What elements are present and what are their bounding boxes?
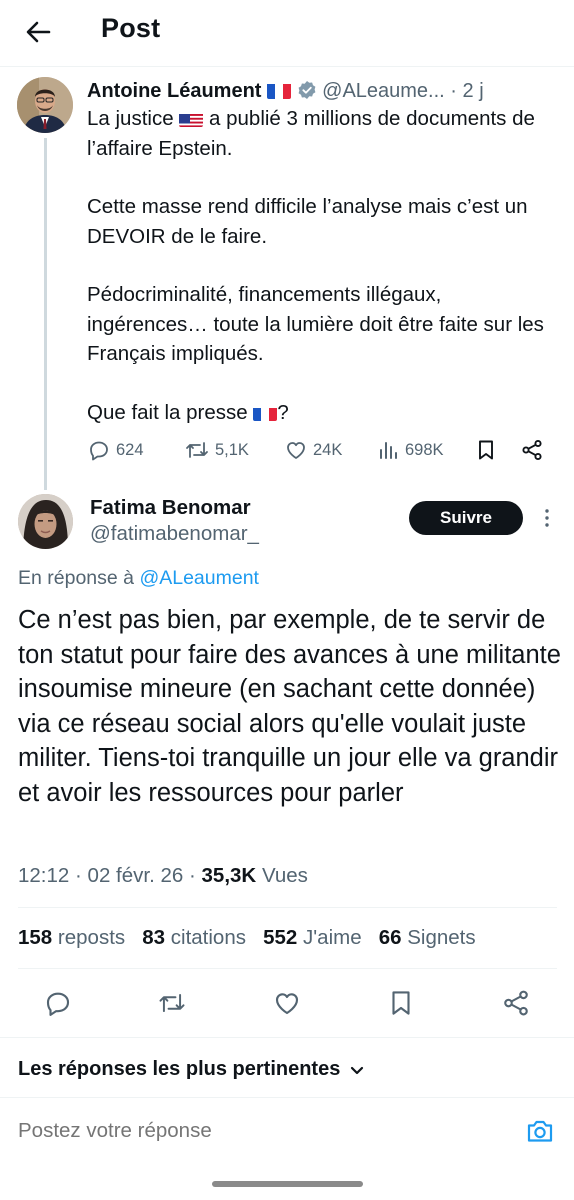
chevron-down-icon xyxy=(348,1061,366,1079)
bookmarks-stat[interactable]: 66 Signets xyxy=(379,926,476,949)
post-text: Ce n’est pas bien, par exemple, de te se… xyxy=(18,606,561,807)
stat-label: reposts xyxy=(57,926,126,949)
divider xyxy=(0,1097,574,1098)
thread-connector xyxy=(44,138,47,490)
more-vertical-icon[interactable] xyxy=(537,506,557,532)
post-date[interactable]: 02 févr. 26 xyxy=(88,864,184,887)
post-header: Antoine Léaument @ALeaume... · 2 j xyxy=(87,78,567,106)
separator-dot: · xyxy=(188,864,196,887)
avatar[interactable] xyxy=(18,494,73,549)
post-text: La justice a publié 3 millions de docume… xyxy=(87,104,565,427)
post-time[interactable]: 2 j xyxy=(463,80,484,102)
back-arrow-icon[interactable] xyxy=(18,12,58,52)
reposts-stat[interactable]: 158 reposts xyxy=(18,926,125,949)
text-segment: Que fait la presse xyxy=(87,400,248,424)
post-meta: 12:12 · 02 févr. 26 · 35,3K Vues xyxy=(18,864,308,888)
views-count: 35,3K xyxy=(201,864,257,887)
like-icon xyxy=(284,438,308,462)
repost-icon xyxy=(184,438,210,462)
replies-sort-dropdown[interactable]: Les réponses les plus pertinentes xyxy=(18,1058,366,1081)
stat-label: J'aime xyxy=(303,926,362,949)
text-segment: ? xyxy=(277,400,289,424)
home-indicator[interactable] xyxy=(212,1181,363,1187)
stat-count: 83 xyxy=(142,926,166,949)
bookmark-icon[interactable] xyxy=(474,438,498,462)
repost-count: 5,1K xyxy=(215,440,249,459)
quotes-stat[interactable]: 83 citations xyxy=(142,926,246,949)
divider xyxy=(18,968,557,969)
top-bar xyxy=(0,0,574,67)
reply-button[interactable]: 624 xyxy=(87,438,144,462)
text-paragraph: Pédocriminalité, financements illégaux, … xyxy=(87,283,544,365)
verified-icon xyxy=(297,80,317,100)
stat-count: 66 xyxy=(378,926,402,949)
page-title: Post xyxy=(101,13,161,43)
separator-dot: · xyxy=(450,80,457,102)
separator-dot: · xyxy=(75,864,82,887)
stat-label: Signets xyxy=(407,926,476,949)
like-icon[interactable] xyxy=(272,988,302,1018)
reply-composer-input[interactable] xyxy=(18,1119,498,1143)
post-time[interactable]: 12:12 xyxy=(18,864,69,887)
author-name[interactable]: Fatima Benomar xyxy=(90,496,251,520)
repost-icon[interactable] xyxy=(157,988,187,1018)
views-count: 698K xyxy=(405,440,444,459)
divider xyxy=(18,907,557,908)
text-segment: La justice xyxy=(87,107,174,130)
stat-count: 552 xyxy=(263,926,298,949)
views-icon xyxy=(378,438,400,462)
reply-context-prefix: En réponse à xyxy=(18,567,135,589)
divider xyxy=(0,1037,574,1038)
reply-count: 624 xyxy=(116,440,144,459)
like-count: 24K xyxy=(313,440,343,459)
camera-icon[interactable] xyxy=(525,1116,555,1146)
share-icon[interactable] xyxy=(520,438,544,462)
like-button[interactable]: 24K xyxy=(284,438,342,462)
reply-context: En réponse à @ALeaument xyxy=(18,567,259,590)
stat-label: citations xyxy=(170,926,246,949)
author-handle[interactable]: @ALeaume... xyxy=(322,80,445,102)
likes-stat[interactable]: 552 J'aime xyxy=(263,926,362,949)
author-name[interactable]: Antoine Léaument xyxy=(87,80,261,102)
bookmark-icon[interactable] xyxy=(386,988,416,1018)
us-flag-icon xyxy=(179,110,204,127)
reply-icon xyxy=(87,438,111,462)
author-handle[interactable]: @fatimabenomar_ xyxy=(90,522,259,546)
french-flag-icon xyxy=(267,82,292,99)
mention-link[interactable]: @ALeaument xyxy=(139,567,259,589)
reply-icon[interactable] xyxy=(43,988,73,1018)
views-label: Vues xyxy=(261,864,308,887)
avatar[interactable] xyxy=(17,77,73,133)
stat-count: 158 xyxy=(18,926,53,949)
share-icon[interactable] xyxy=(501,988,531,1018)
sort-label: Les réponses les plus pertinentes xyxy=(18,1058,341,1080)
engagement-stats: 158 reposts 83 citations 552 J'aime 66 S… xyxy=(18,926,476,950)
follow-button[interactable]: Suivre xyxy=(409,501,523,535)
text-paragraph: Cette masse rend difficile l’analyse mai… xyxy=(87,195,528,248)
french-flag-icon xyxy=(253,404,278,421)
repost-button[interactable]: 5,1K xyxy=(184,438,249,462)
views-button[interactable]: 698K xyxy=(378,438,444,462)
